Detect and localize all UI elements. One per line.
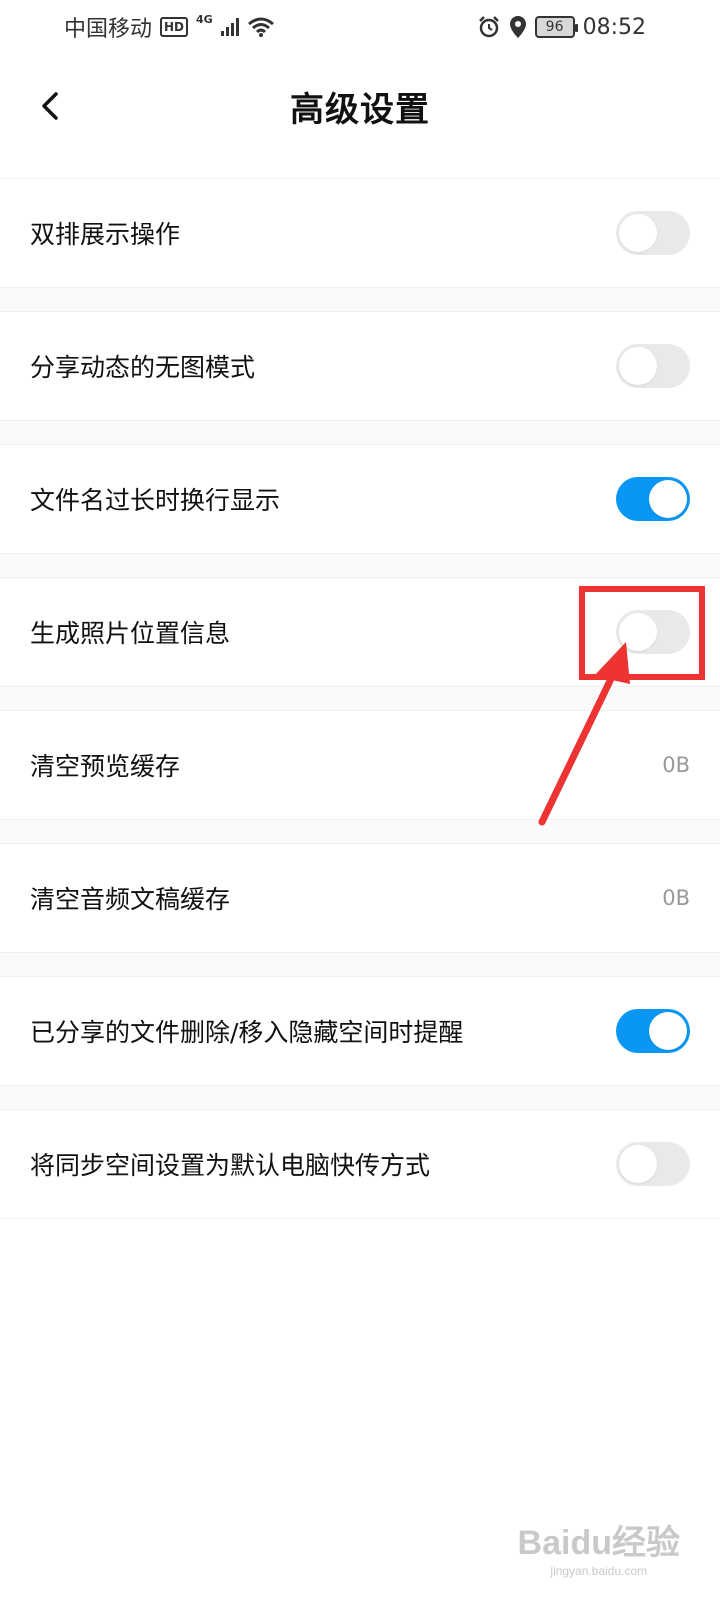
alarm-icon: [478, 16, 499, 38]
chevron-left-icon: [42, 92, 58, 120]
wrap-long-filenames-toggle[interactable]: [616, 477, 690, 521]
setting-label: 文件名过长时换行显示: [30, 486, 281, 515]
watermark-logo: Baidu经验: [517, 1524, 680, 1562]
setting-row-clear-audio-transcript-cache[interactable]: 清空音频文稿缓存 0B: [0, 843, 720, 953]
divider: [0, 687, 720, 710]
setting-label: 将同步空间设置为默认电脑快传方式: [30, 1151, 431, 1180]
network-type-label: 4G: [196, 12, 213, 26]
setting-label: 双排展示操作: [30, 220, 181, 249]
back-button[interactable]: [30, 86, 70, 126]
wifi-icon: [247, 17, 274, 37]
divider: [0, 1086, 720, 1109]
setting-label: 分享动态的无图模式: [30, 353, 256, 382]
toggle-knob: [649, 480, 687, 518]
toggle-knob: [649, 1012, 687, 1050]
status-right: 96 08:52: [477, 15, 646, 40]
cache-size-value: 0B: [662, 886, 690, 910]
location-icon: [509, 16, 526, 38]
setting-label: 清空音频文稿缓存: [30, 885, 231, 914]
carrier-label: 中国移动: [64, 17, 153, 42]
setting-row-shared-file-delete-reminder[interactable]: 已分享的文件删除/移入隐藏空间时提醒: [0, 976, 720, 1086]
settings-list: 双排展示操作 分享动态的无图模式 文件名过长时换行显示 生成照片位置信息 清空预…: [0, 178, 720, 1219]
watermark: Baidu经验 jingyan.baidu.com: [518, 1515, 680, 1578]
hd-icon: HD: [160, 17, 189, 37]
setting-label: 已分享的文件删除/移入隐藏空间时提醒: [30, 1018, 464, 1047]
clock: 08:52: [582, 14, 646, 40]
setting-row-wrap-long-filenames[interactable]: 文件名过长时换行显示: [0, 444, 720, 554]
setting-row-share-no-image-mode[interactable]: 分享动态的无图模式: [0, 311, 720, 421]
divider: [0, 820, 720, 843]
double-row-actions-toggle[interactable]: [616, 211, 690, 255]
divider: [0, 288, 720, 311]
signal-icon: [220, 18, 239, 36]
cache-size-value: 0B: [662, 753, 690, 777]
page-title: 高级设置: [290, 89, 430, 130]
setting-row-default-pc-transfer[interactable]: 将同步空间设置为默认电脑快传方式: [0, 1109, 720, 1219]
divider: [0, 554, 720, 577]
toggle-knob: [619, 1145, 657, 1183]
status-bar: 中国移动 HD 4G 96 08:52: [0, 0, 720, 54]
shared-file-delete-reminder-toggle[interactable]: [616, 1009, 690, 1053]
divider: [0, 953, 720, 976]
battery-icon: 96: [534, 16, 578, 38]
toggle-knob: [619, 214, 657, 252]
setting-row-photo-location-info[interactable]: 生成照片位置信息: [0, 577, 720, 687]
setting-label: 生成照片位置信息: [30, 619, 231, 648]
setting-label: 清空预览缓存: [30, 752, 181, 781]
watermark-url: jingyan.baidu.com: [550, 1564, 648, 1578]
setting-row-double-row-actions[interactable]: 双排展示操作: [0, 178, 720, 288]
toggle-knob: [619, 613, 657, 651]
divider: [0, 421, 720, 444]
photo-location-info-toggle[interactable]: [616, 610, 690, 654]
default-pc-transfer-toggle[interactable]: [616, 1142, 690, 1186]
share-no-image-mode-toggle[interactable]: [616, 344, 690, 388]
toggle-knob: [619, 347, 657, 385]
setting-row-clear-preview-cache[interactable]: 清空预览缓存 0B: [0, 710, 720, 820]
status-left: 中国移动 HD 4G: [64, 11, 275, 43]
header: 高级设置: [0, 60, 720, 152]
